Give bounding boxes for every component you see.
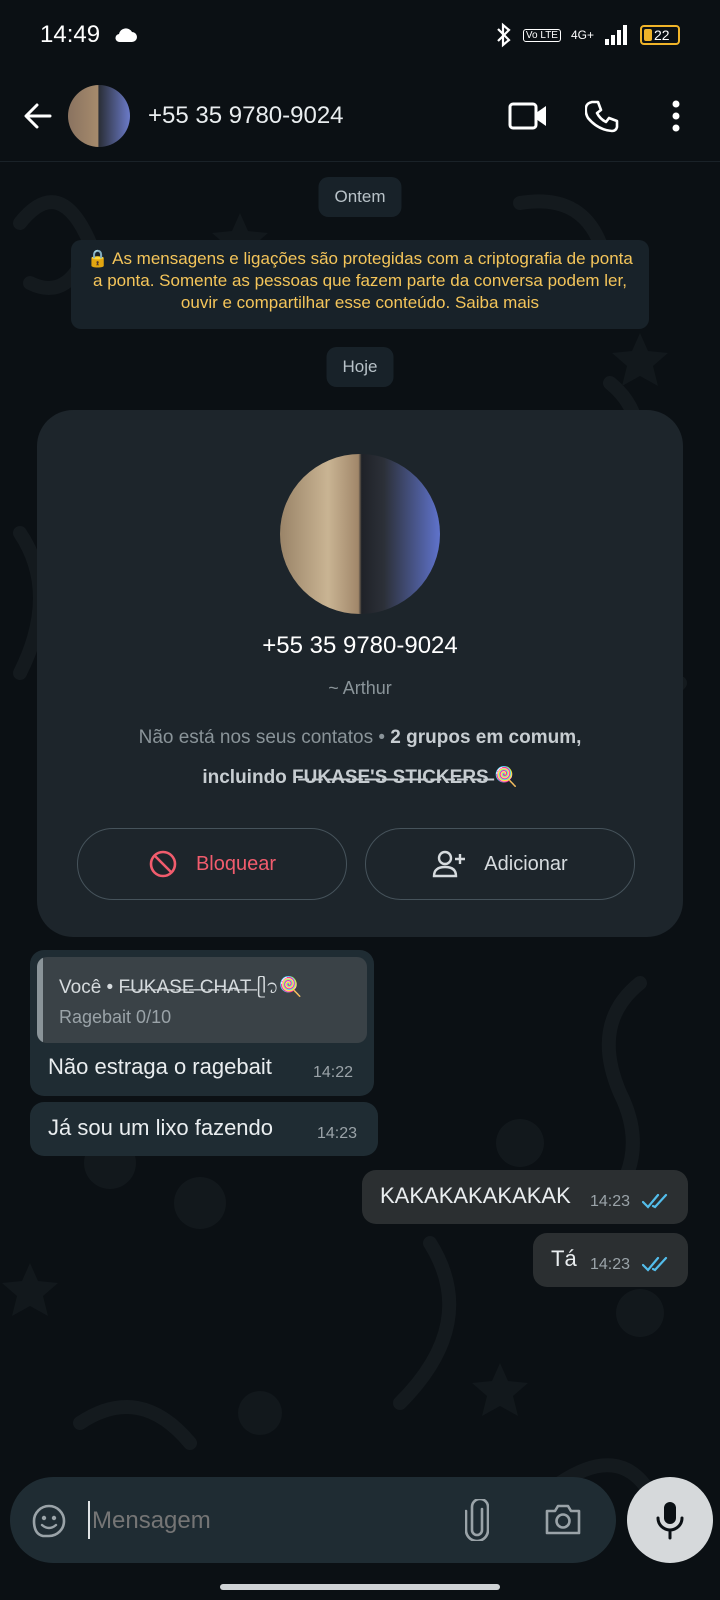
sticker-icon[interactable] <box>30 1502 68 1540</box>
attach-icon[interactable] <box>465 1499 489 1541</box>
card-phone-number: +55 35 9780-9024 <box>262 632 458 659</box>
block-icon <box>149 850 177 878</box>
add-person-icon <box>433 850 466 878</box>
message-time: 14:23 <box>590 1193 631 1210</box>
phone-icon <box>585 100 619 132</box>
message-text: Tá <box>551 1246 577 1271</box>
more-options-button[interactable] <box>646 86 706 146</box>
date-chip-today: Hoje <box>326 347 394 387</box>
block-button[interactable]: Bloquear <box>77 828 347 900</box>
message-bubble-incoming[interactable]: Já sou um lixo fazendo 14:23 <box>30 1102 378 1156</box>
cloud-icon <box>115 28 138 43</box>
voice-call-button[interactable] <box>572 86 632 146</box>
signal-icon <box>605 25 627 45</box>
contact-title[interactable]: +55 35 9780-9024 <box>148 102 498 130</box>
date-chip-yesterday: Ontem <box>318 177 402 217</box>
status-time: 14:49 <box>40 21 101 48</box>
battery-level: 22 <box>654 27 670 43</box>
message-time: 14:22 <box>313 1064 354 1081</box>
message-bubble-incoming[interactable]: Você • F̶U̶K̶A̶S̶E̶ ̶C̶H̶A̶T̶ ᥫ᭡🍭 Rageba… <box>30 950 374 1096</box>
message-time: 14:23 <box>590 1256 631 1273</box>
message-bubble-outgoing[interactable]: KAKAKAKAKAKAK 14:23 <box>362 1170 688 1224</box>
quoted-message[interactable]: Você • F̶U̶K̶A̶S̶E̶ ̶C̶H̶A̶T̶ ᥫ᭡🍭 Rageba… <box>37 957 367 1043</box>
read-receipt-icon <box>642 1256 668 1272</box>
mic-icon <box>656 1502 684 1540</box>
card-info-group-name: incluindo F̶U̶K̶A̶S̶E̶'̶S̶ ̶S̶T̶I̶C̶K̶E̶… <box>202 767 518 788</box>
contact-profile-photo[interactable] <box>280 454 440 614</box>
quote-author: Você • F̶U̶K̶A̶S̶E̶ ̶C̶H̶A̶T̶ ᥫ᭡🍭 <box>59 977 303 998</box>
unknown-contact-card: +55 35 9780-9024 ~ Arthur Não está nos s… <box>37 410 683 937</box>
video-call-icon <box>508 102 546 129</box>
read-receipt-icon <box>642 1193 668 1209</box>
message-text: Não estraga o ragebait <box>48 1054 272 1079</box>
add-contact-button[interactable]: Adicionar <box>365 828 635 900</box>
back-button[interactable] <box>14 100 62 132</box>
network-type-label: 4G+ <box>570 28 594 42</box>
card-info-groups: 2 grupos em comum, <box>390 727 582 748</box>
chat-header: +55 35 9780-9024 <box>0 70 720 162</box>
message-time: 14:23 <box>317 1125 358 1142</box>
volte-label: Vo LTE <box>522 28 561 42</box>
home-indicator[interactable] <box>220 1584 500 1590</box>
card-info-prefix: Não está nos seus contatos • <box>138 727 391 748</box>
message-text: Já sou um lixo fazendo <box>48 1115 274 1140</box>
card-contact-alias: ~ Arthur <box>328 678 392 698</box>
status-bar: 14:49 Vo LTE 4G+ 22 <box>0 0 720 70</box>
add-label: Adicionar <box>484 852 568 875</box>
message-composer <box>10 1477 616 1563</box>
message-bubble-outgoing[interactable]: Tá 14:23 <box>533 1233 688 1287</box>
quote-text: Ragebait 0/10 <box>59 1007 172 1027</box>
message-input[interactable] <box>90 1497 434 1545</box>
back-arrow-icon <box>24 103 52 128</box>
video-call-button[interactable] <box>498 86 558 146</box>
battery-icon: 22 <box>640 25 680 45</box>
more-vert-icon <box>672 100 680 131</box>
bluetooth-icon <box>497 22 511 48</box>
contact-avatar[interactable] <box>68 84 130 147</box>
camera-icon[interactable] <box>544 1502 582 1536</box>
message-text: KAKAKAKAKAKAK <box>380 1183 571 1208</box>
voice-message-button[interactable] <box>627 1477 713 1563</box>
card-info-text: Não está nos seus contatos • 2 grupos em… <box>37 718 683 798</box>
block-label: Bloquear <box>195 852 277 875</box>
encryption-notice[interactable]: 🔒 As mensagens e ligações são protegidas… <box>71 240 649 329</box>
